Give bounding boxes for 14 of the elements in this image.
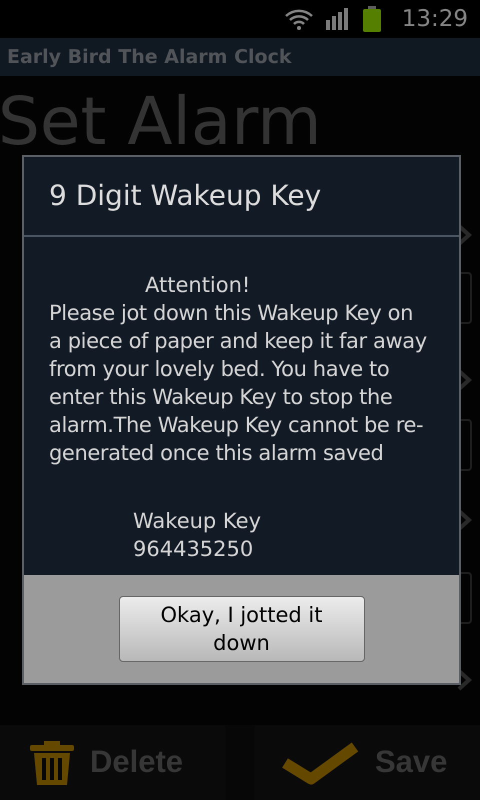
dialog-message: Please jot down this Wakeup Key on a piece of paper and keep it far away from your lovely bed. You have to enter this Wakeup Key to stop the alarm.The Wakeup Key cannot be re-generated once this alarm saved	[49, 300, 428, 467]
status-time: 13:29	[402, 4, 468, 34]
checkmark-icon	[281, 740, 359, 784]
signal-icon	[326, 8, 350, 30]
chevron-icon	[456, 668, 472, 692]
confirm-button[interactable]: Okay, I jotted it down	[118, 596, 364, 662]
attention-heading: Attention!	[145, 273, 250, 297]
key-value: 964435250	[133, 536, 254, 563]
battery-icon	[362, 6, 382, 32]
dialog-title: 9 Digit Wakeup Key	[49, 178, 322, 214]
app-title: Early Bird The Alarm Clock	[7, 44, 292, 70]
wifi-icon	[284, 7, 314, 31]
trash-icon	[30, 740, 74, 784]
key-label: Wakeup Key	[133, 508, 262, 535]
